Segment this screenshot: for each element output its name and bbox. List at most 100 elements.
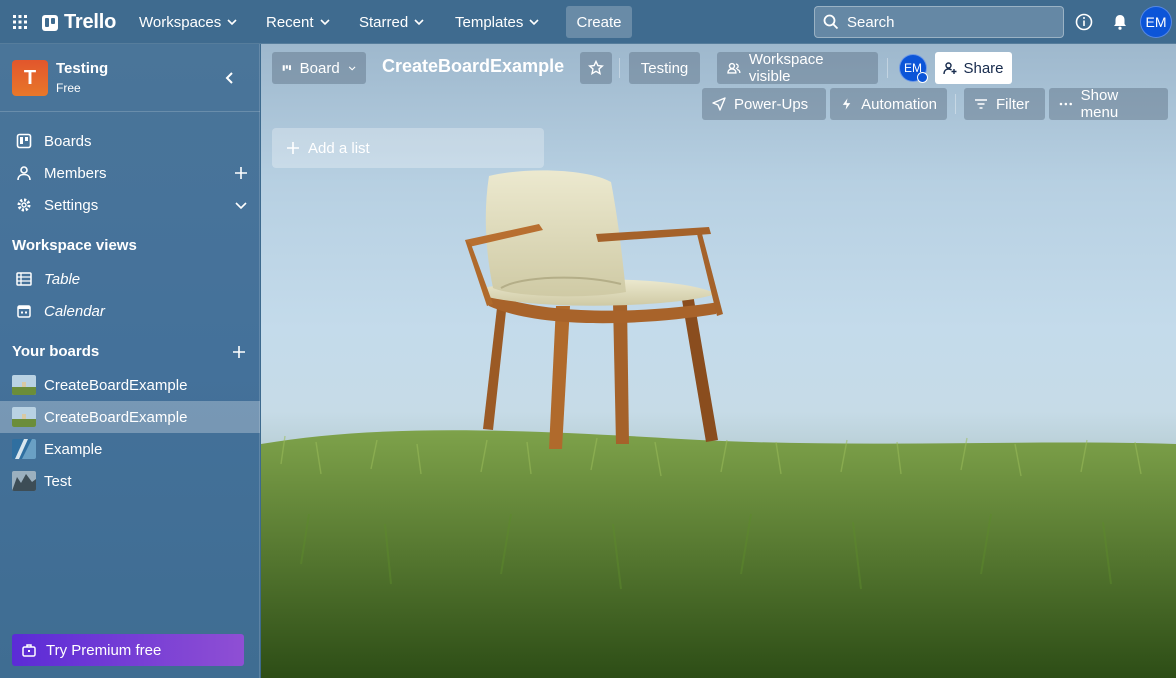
view-switcher-button[interactable]: Board (272, 52, 366, 84)
briefcase-icon (22, 644, 36, 657)
star-board-button[interactable] (580, 52, 612, 84)
sidebar-item-boards[interactable]: Boards (0, 125, 260, 157)
add-person-icon (943, 62, 957, 75)
workspace-visibility-icon (727, 62, 741, 74)
chair-image (465, 170, 723, 449)
recent-label: Recent (266, 13, 314, 31)
visibility-label: Workspace visible (748, 51, 824, 85)
filter-label: Filter (996, 95, 1030, 113)
chevron-down-icon[interactable] (234, 198, 248, 212)
board-canvas: Board CreateBoardExample Testing Workspa… (261, 44, 1176, 678)
sidebar-item-label: Members (44, 164, 107, 182)
workspace-name: Testing (56, 60, 109, 77)
board-thumbnail (12, 407, 36, 427)
chevron-down-icon (414, 19, 424, 26)
admin-badge-icon (917, 72, 928, 83)
sidebar-item-label: Test (44, 472, 72, 490)
try-premium-label: Try Premium free (46, 641, 162, 659)
board-thumbnail (12, 375, 36, 395)
automation-button[interactable]: Automation (830, 88, 947, 120)
search-icon (823, 14, 839, 30)
board-icon (16, 133, 32, 149)
sidebar-item-label: Boards (44, 132, 92, 150)
plus-icon (287, 142, 299, 154)
sidebar-board-item[interactable]: Example (0, 433, 260, 465)
starred-label: Starred (359, 13, 409, 31)
sidebar-board-item[interactable]: Test (0, 465, 260, 497)
header-divider (955, 94, 956, 114)
filter-button[interactable]: Filter (964, 88, 1045, 120)
top-navigation-bar: Trello Workspaces Recent Starred Templat… (0, 0, 1176, 44)
sidebar-item-label: Settings (44, 196, 99, 214)
add-list-label: Add a list (308, 139, 370, 157)
create-button[interactable]: Create (566, 6, 632, 38)
person-icon (17, 166, 31, 181)
try-premium-button[interactable]: Try Premium free (12, 634, 244, 666)
sidebar-board-item-active[interactable]: CreateBoardExample (0, 401, 260, 433)
star-icon (588, 60, 604, 75)
sidebar-item-calendar[interactable]: Calendar (0, 295, 260, 327)
table-icon (16, 272, 32, 286)
header-divider (887, 58, 888, 78)
show-menu-label: Show menu (1080, 87, 1119, 121)
trello-logo[interactable]: Trello (42, 11, 116, 34)
more-dots-icon (1059, 102, 1072, 106)
user-avatar[interactable]: EM (1140, 6, 1172, 38)
collapse-sidebar-icon[interactable] (220, 68, 240, 88)
search-box[interactable] (814, 6, 1064, 38)
workspace-header: T Testing Free (0, 44, 260, 112)
chevron-down-icon (348, 66, 356, 71)
lightning-icon (842, 98, 851, 110)
header-divider (619, 58, 620, 78)
search-input[interactable] (847, 13, 1047, 31)
automation-label: Automation (861, 95, 937, 113)
board-thumbnail (12, 471, 36, 491)
add-member-icon[interactable] (234, 166, 248, 180)
trello-logo-icon (42, 14, 58, 31)
sidebar-item-label: Example (44, 440, 103, 458)
gear-icon (17, 198, 31, 212)
sidebar-item-settings[interactable]: Settings (0, 189, 260, 221)
starred-menu[interactable]: Starred (349, 6, 434, 38)
visibility-button[interactable]: Workspace visible (717, 51, 878, 85)
calendar-icon (17, 305, 31, 318)
info-icon[interactable] (1075, 13, 1093, 31)
app-switcher-icon[interactable] (12, 14, 28, 30)
workspace-avatar: T (12, 60, 48, 96)
workspace-board-button[interactable]: Testing (629, 52, 700, 84)
chevron-down-icon (227, 19, 237, 26)
templates-label: Templates (455, 13, 524, 31)
rocket-icon (712, 97, 726, 111)
chevron-down-icon (319, 19, 330, 26)
board-view-icon (282, 65, 291, 71)
workspace-views-heading: Workspace views (12, 237, 137, 254)
workspace-plan: Free (56, 81, 81, 95)
sidebar-item-members[interactable]: Members (0, 157, 260, 189)
sidebar-board-item[interactable]: CreateBoardExample (0, 369, 260, 401)
recent-menu[interactable]: Recent (256, 6, 340, 38)
share-label: Share (963, 59, 1004, 77)
view-label: Board (299, 59, 340, 77)
power-ups-label: Power-Ups (734, 95, 809, 113)
sidebar-item-label: Table (44, 270, 81, 288)
power-ups-button[interactable]: Power-Ups (702, 88, 826, 120)
your-boards-heading: Your boards (12, 343, 100, 360)
sidebar-item-label: Calendar (44, 302, 105, 320)
workspaces-label: Workspaces (139, 13, 222, 31)
workspace-sidebar: T Testing Free Boards Members Settings W… (0, 44, 260, 678)
notifications-bell-icon[interactable] (1111, 13, 1129, 31)
templates-menu[interactable]: Templates (445, 6, 549, 38)
add-board-icon[interactable] (232, 345, 246, 359)
workspaces-menu[interactable]: Workspaces (129, 6, 247, 38)
add-list-button[interactable]: Add a list (272, 128, 544, 168)
board-title[interactable]: CreateBoardExample (382, 56, 564, 77)
logo-text: Trello (64, 11, 117, 33)
chevron-down-icon (529, 19, 539, 26)
share-button[interactable]: Share (935, 52, 1012, 84)
show-menu-button[interactable]: Show menu (1049, 87, 1168, 121)
filter-icon (975, 99, 987, 109)
board-thumbnail (12, 439, 36, 459)
sidebar-item-label: CreateBoardExample (44, 408, 188, 426)
sidebar-item-table[interactable]: Table (0, 263, 260, 295)
sidebar-item-label: CreateBoardExample (44, 376, 188, 394)
